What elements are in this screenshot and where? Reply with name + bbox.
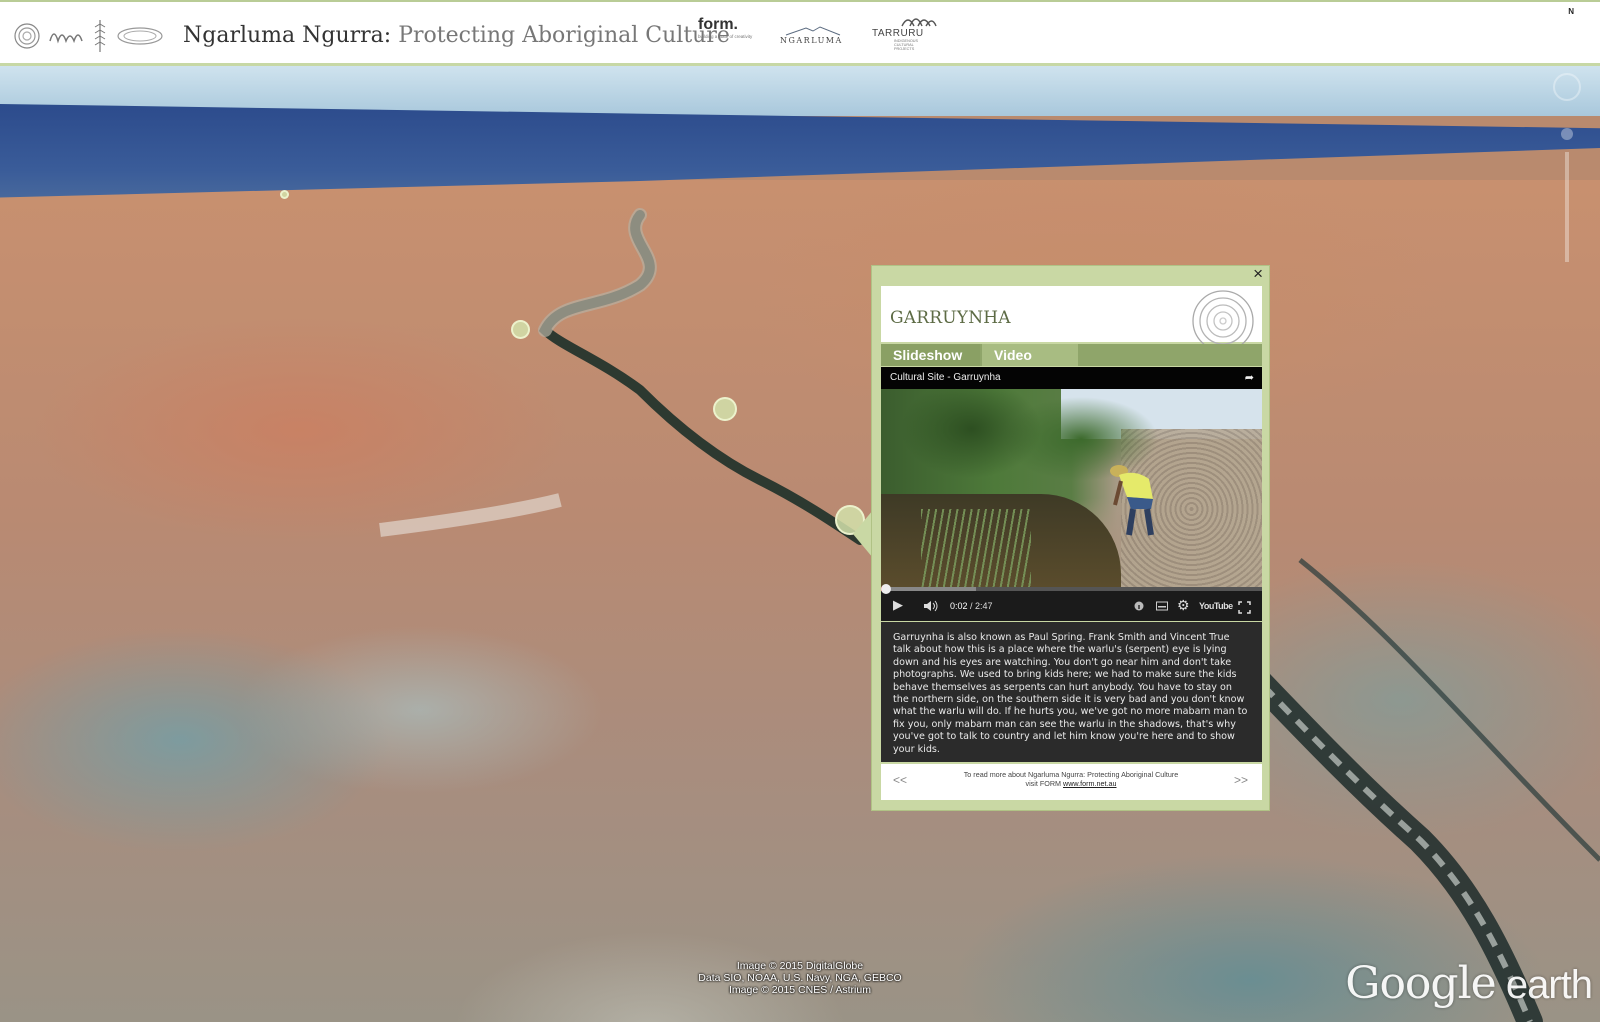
ngarluma-logo[interactable]: NGARLUMA (780, 26, 846, 45)
video-title[interactable]: Cultural Site - Garruynha (890, 372, 1001, 383)
footer-line-2: visit FORM www.form.net.au (931, 779, 1211, 788)
popup-header: GARRUYNHA (881, 286, 1262, 352)
title-main: Ngarluma Ngurra: (183, 23, 392, 48)
youtube-video-player[interactable]: Cultural Site - Garruynha ➦ ▶ 0:02 / 2:4… (881, 367, 1262, 621)
site-info-popup: × GARRUYNHA Slideshow Video Cultural Sit… (871, 264, 1270, 811)
imagery-attribution: Image © 2015 DigitalGlobe Data SIO, NOAA… (640, 960, 960, 996)
shield-artwork-icon (117, 27, 163, 45)
ngarluma-logo-text: NGARLUMA (780, 36, 843, 45)
attribution-line-1: Image © 2015 DigitalGlobe (736, 960, 864, 972)
youtube-logo-icon[interactable]: YouTube (1199, 601, 1233, 611)
video-title-bar: Cultural Site - Garruynha ➦ (881, 367, 1262, 389)
video-time: 0:02 / 2:47 (950, 601, 993, 611)
close-popup-button[interactable]: × (1253, 264, 1263, 284)
footer-line-2-prefix: visit FORM (1025, 779, 1063, 788)
video-progress-bar[interactable] (881, 584, 1262, 594)
compass-north-label: N (1568, 7, 1574, 16)
navigation-controls[interactable] (1552, 72, 1582, 272)
attribution-line-2: Data SIO, NOAA, U.S. Navy, NGA, GEBCO (698, 972, 902, 984)
tab-video[interactable]: Video (982, 344, 1078, 366)
hills-artwork-icon (49, 33, 83, 44)
app-header: Ngarluma Ngurra: Protecting Aboriginal C… (0, 0, 1600, 66)
ngarluma-mountain-icon (785, 26, 841, 36)
popup-footer: << To read more about Ngarluma Ngurra: P… (881, 764, 1262, 800)
river-gorge (379, 208, 1600, 1022)
fern-artwork-icon (94, 20, 106, 52)
play-icon[interactable]: ▶ (893, 597, 903, 613)
previous-site-button[interactable]: << (893, 773, 907, 787)
attribution-line-3: Image © 2015 CNES / Astrium (729, 984, 871, 996)
form-logo-tagline: building a state of creativity (698, 34, 753, 39)
site-description: Garruynha is also known as Paul Spring. … (881, 622, 1262, 762)
tarruru-logo-tagline: INDIGENOUS CULTURAL PROJECTS (894, 39, 919, 51)
map-marker[interactable] (713, 397, 737, 421)
next-site-button[interactable]: >> (1234, 773, 1248, 787)
settings-gear-icon[interactable]: ⚙ (1177, 597, 1190, 614)
google-earth-logo-earth: earth (1495, 963, 1593, 1007)
google-earth-logo-google: Google (1345, 958, 1496, 1009)
popup-tabs: Slideshow Video (881, 344, 1262, 366)
site-description-text: Garruynha is also known as Paul Spring. … (893, 632, 1248, 755)
earth-map-view[interactable] (0, 0, 1600, 1022)
video-loaded-bar (886, 587, 976, 591)
volume-icon[interactable] (923, 600, 939, 612)
popup-title: GARRUYNHA (890, 308, 1011, 328)
form-logo-text: form. (698, 16, 738, 33)
google-earth-logo: Google earth (1345, 958, 1593, 1009)
spiral-artwork-icon (14, 23, 40, 49)
video-grass (921, 509, 1031, 587)
header-artwork-icons (14, 18, 164, 54)
tab-slideshow[interactable]: Slideshow (881, 344, 980, 366)
video-frame[interactable] (881, 389, 1262, 587)
share-icon[interactable]: ➦ (1245, 371, 1254, 384)
tarruru-logo[interactable]: TARRURU INDIGENOUS CULTURAL PROJECTS (872, 12, 938, 51)
map-marker[interactable] (511, 320, 530, 339)
map-marker[interactable] (280, 190, 289, 199)
title-subtitle: Protecting Aboriginal Culture (391, 23, 730, 48)
footer-line-1: To read more about Ngarluma Ngurra: Prot… (963, 770, 1179, 779)
popup-pointer (853, 510, 873, 558)
page-title: Ngarluma Ngurra: Protecting Aboriginal C… (183, 23, 730, 48)
video-controls: ▶ 0:02 / 2:47 ⚙ YouTube (881, 593, 1262, 621)
video-person (1110, 465, 1154, 536)
tarruru-logo-text: TARRURU (872, 28, 924, 39)
form-logo[interactable]: form. building a state of creativity (698, 16, 752, 39)
form-website-link[interactable]: www.form.net.au (1063, 779, 1117, 788)
video-duration: / 2:47 (970, 601, 993, 611)
tarruru-waves-icon (901, 18, 937, 27)
info-icon[interactable] (1134, 601, 1144, 611)
video-current-time: 0:02 (950, 601, 968, 611)
fullscreen-icon[interactable] (1238, 601, 1251, 614)
captions-icon[interactable] (1156, 601, 1168, 611)
footer-more-info: To read more about Ngarluma Ngurra: Prot… (931, 770, 1211, 788)
